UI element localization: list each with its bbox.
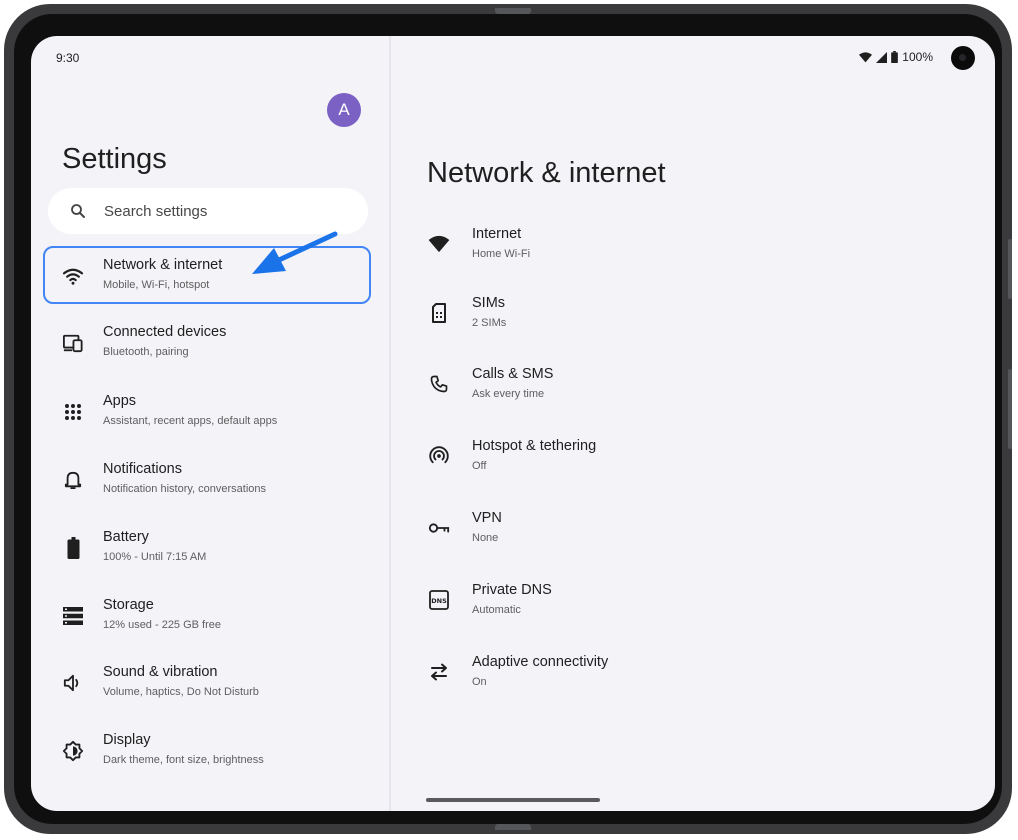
network-item-hotspot-tethering[interactable]: Hotspot & tethering Off xyxy=(427,434,967,484)
foldable-device-frame: 9:30 100% A Settings Search settings Net… xyxy=(4,4,1012,834)
settings-item-subtitle: Bluetooth, pairing xyxy=(103,346,189,358)
network-item-subtitle: Home Wi-Fi xyxy=(472,248,531,260)
network-item-private-dns[interactable]: DNS Private DNS Automatic xyxy=(427,578,967,628)
display-brightness-icon xyxy=(61,739,85,763)
network-item-subtitle: None xyxy=(472,532,499,544)
settings-item-title: Connected devices xyxy=(103,324,227,340)
settings-item-title: Apps xyxy=(103,393,137,409)
hotspot-icon xyxy=(427,444,451,468)
network-item-title: SIMs xyxy=(472,295,506,311)
connected-devices-icon xyxy=(61,331,85,355)
front-camera xyxy=(951,46,975,70)
storage-icon xyxy=(61,604,85,628)
search-placeholder: Search settings xyxy=(104,202,208,220)
settings-item-title: Network & internet xyxy=(103,257,223,273)
settings-item-connected-devices[interactable]: Connected devices Bluetooth, pairing xyxy=(43,313,371,371)
network-item-adaptive-connectivity[interactable]: Adaptive connectivity On xyxy=(427,650,967,700)
wifi-icon xyxy=(427,232,451,256)
account-avatar[interactable]: A xyxy=(327,93,361,127)
settings-item-title: Battery xyxy=(103,529,149,545)
settings-item-subtitle: Volume, haptics, Do Not Disturb xyxy=(103,686,259,698)
screen: 9:30 100% A Settings Search settings Net… xyxy=(31,36,995,811)
network-item-subtitle: 2 SIMs xyxy=(472,317,507,329)
settings-item-display[interactable]: Display Dark theme, font size, brightnes… xyxy=(43,721,371,779)
settings-item-title: Display xyxy=(103,732,151,748)
vpn-key-icon xyxy=(427,516,451,540)
settings-item-title: Notifications xyxy=(103,461,182,477)
swap-arrows-icon xyxy=(427,660,451,684)
settings-item-subtitle: Assistant, recent apps, default apps xyxy=(103,415,278,427)
network-item-calls-sms[interactable]: Calls & SMS Ask every time xyxy=(427,362,967,412)
annotation-arrow xyxy=(252,231,338,274)
status-time: 9:30 xyxy=(56,51,80,65)
dns-icon: DNS xyxy=(427,588,451,612)
hinge-top xyxy=(495,8,531,14)
network-item-subtitle: Off xyxy=(472,460,487,472)
settings-item-subtitle: Dark theme, font size, brightness xyxy=(103,754,264,766)
network-item-title: Hotspot & tethering xyxy=(472,438,597,454)
settings-item-subtitle: 100% - Until 7:15 AM xyxy=(103,551,207,563)
network-item-subtitle: On xyxy=(472,676,487,688)
settings-item-apps[interactable]: Apps Assistant, recent apps, default app… xyxy=(43,382,371,440)
settings-item-subtitle: 12% used - 225 GB free xyxy=(103,619,222,631)
network-item-title: Private DNS xyxy=(472,582,552,598)
sim-card-icon xyxy=(427,301,451,325)
svg-text:DNS: DNS xyxy=(431,597,447,605)
settings-title: Settings xyxy=(62,143,167,175)
settings-item-title: Storage xyxy=(103,597,154,613)
settings-item-battery[interactable]: Battery 100% - Until 7:15 AM xyxy=(43,518,371,576)
battery-status-icon xyxy=(891,51,899,63)
phone-icon xyxy=(427,372,451,396)
network-item-title: VPN xyxy=(472,510,502,526)
gesture-navigation-handle[interactable] xyxy=(426,798,600,802)
volume-button xyxy=(1008,239,1012,299)
network-item-vpn[interactable]: VPN None xyxy=(427,506,967,556)
pane-divider xyxy=(389,36,391,811)
signal-icon xyxy=(876,51,888,63)
settings-item-sound-vibration[interactable]: Sound & vibration Volume, haptics, Do No… xyxy=(43,653,371,711)
bell-icon xyxy=(61,468,85,492)
wifi-status-icon xyxy=(859,51,873,63)
network-item-sims[interactable]: SIMs 2 SIMs xyxy=(427,291,967,341)
network-item-subtitle: Ask every time xyxy=(472,388,545,400)
battery-percent: 100% xyxy=(902,50,933,64)
apps-grid-icon xyxy=(61,400,85,424)
settings-item-subtitle: Notification history, conversations xyxy=(103,483,267,495)
settings-item-title: Sound & vibration xyxy=(103,664,218,680)
search-icon xyxy=(67,200,89,222)
settings-item-storage[interactable]: Storage 12% used - 225 GB free xyxy=(43,586,371,644)
wifi-icon xyxy=(61,264,85,288)
detail-page-title: Network & internet xyxy=(427,157,666,189)
settings-item-notifications[interactable]: Notifications Notification history, conv… xyxy=(43,450,371,508)
network-item-title: Adaptive connectivity xyxy=(472,654,609,670)
power-button xyxy=(1008,369,1012,449)
network-item-title: Internet xyxy=(472,226,522,242)
network-item-internet[interactable]: Internet Home Wi-Fi xyxy=(427,222,967,272)
search-settings-bar[interactable]: Search settings xyxy=(48,188,368,234)
hinge-bottom xyxy=(495,824,531,830)
status-icons: 100% xyxy=(859,50,933,64)
settings-item-subtitle: Mobile, Wi-Fi, hotspot xyxy=(103,279,210,291)
network-item-title: Calls & SMS xyxy=(472,366,554,382)
battery-icon xyxy=(61,536,85,560)
speaker-icon xyxy=(61,671,85,695)
network-item-subtitle: Automatic xyxy=(472,604,521,616)
